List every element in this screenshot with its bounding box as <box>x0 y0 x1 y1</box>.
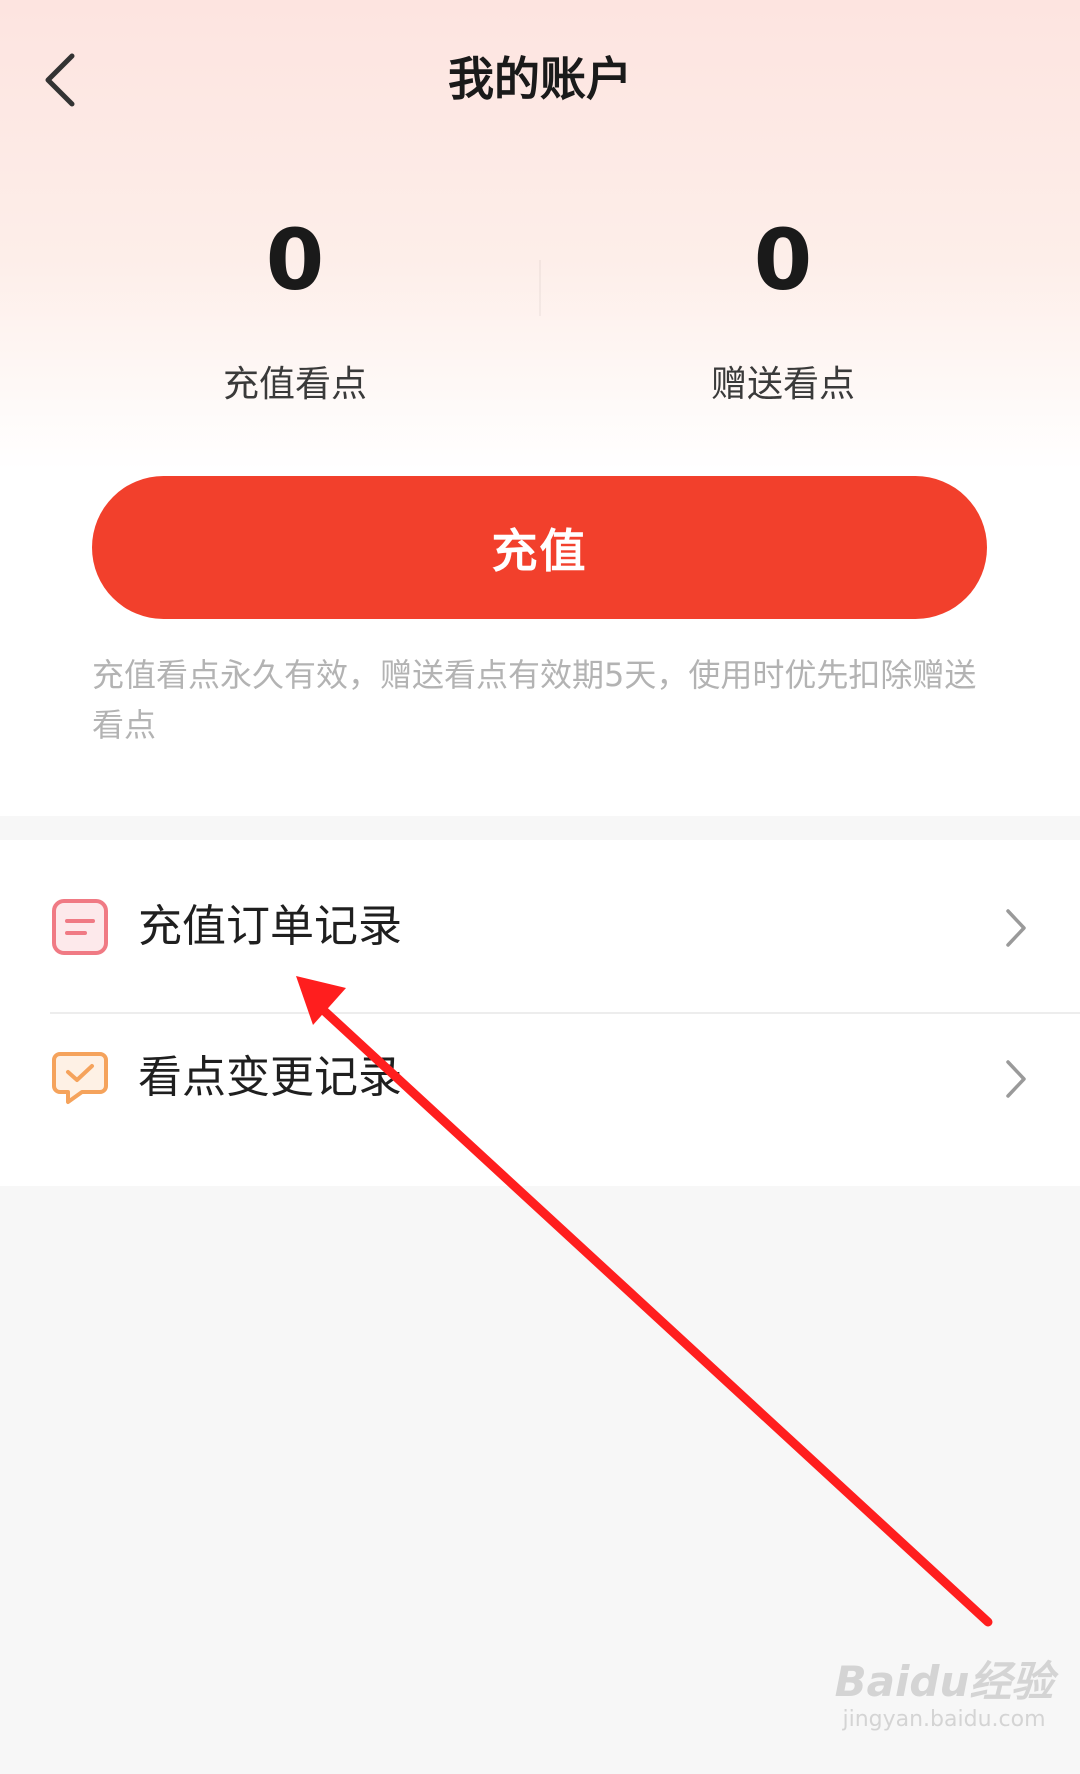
chat-check-icon <box>52 1052 108 1104</box>
recharge-points-value: 0 <box>265 211 325 309</box>
gift-points-balance: 0 赠送看点 <box>633 210 933 410</box>
gift-points-label: 赠送看点 <box>710 364 855 405</box>
record-list: 充值订单记录 看点变更记录 <box>0 840 1080 1186</box>
points-change-record-label: 看点变更记录 <box>138 1052 402 1103</box>
chevron-right-icon <box>1006 1060 1026 1098</box>
watermark-logo: Baidu经验 <box>834 1657 1054 1706</box>
chevron-right-icon <box>1006 909 1026 947</box>
document-list-icon <box>52 899 108 955</box>
recharge-notice: 充值看点永久有效，赠送看点有效期5天，使用时优先扣除赠送看点 <box>92 656 977 744</box>
recharge-order-record-label: 充值订单记录 <box>138 901 402 952</box>
account-header-section: 我的账户 0 充值看点 0 赠送看点 充值 充值看点永久有效，赠送看点有效期5天… <box>0 0 1080 816</box>
watermark-url: jingyan.baidu.com <box>842 1707 1046 1732</box>
balance-divider <box>539 260 541 316</box>
recharge-button[interactable]: 充值 <box>92 476 987 619</box>
baidu-jingyan-watermark: Baidu经验 jingyan.baidu.com <box>828 1658 1060 1734</box>
recharge-points-label: 充值看点 <box>222 364 367 405</box>
points-change-record-item[interactable]: 看点变更记录 <box>0 1003 1080 1153</box>
page-title: 我的账户 <box>448 52 632 106</box>
recharge-order-record-item[interactable]: 充值订单记录 <box>0 852 1080 1002</box>
gift-points-value: 0 <box>753 211 813 309</box>
recharge-points-balance: 0 充值看点 <box>145 210 445 410</box>
